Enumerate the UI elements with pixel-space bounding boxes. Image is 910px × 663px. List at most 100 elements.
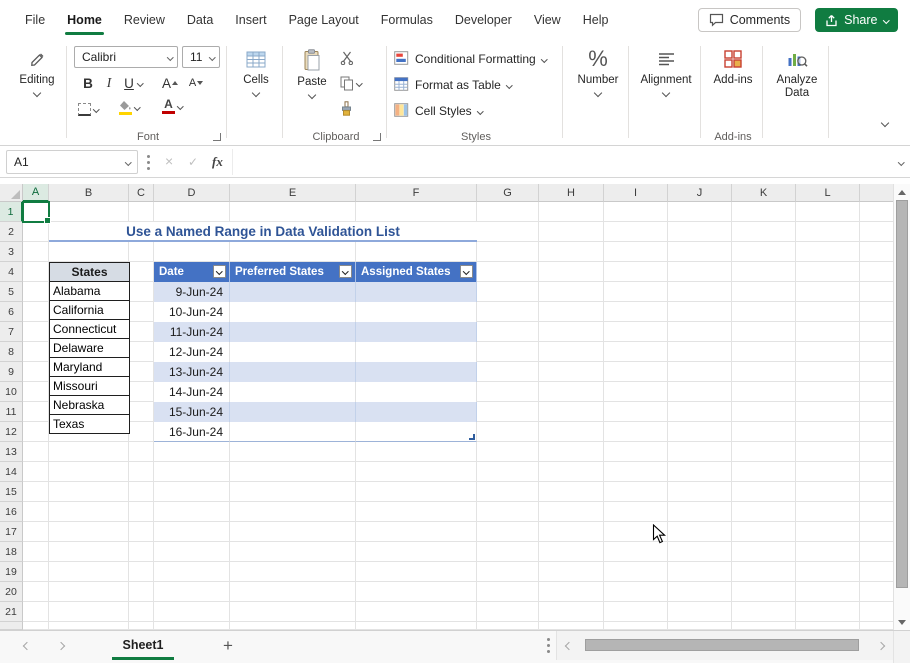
row-header-2[interactable]: 2 bbox=[0, 222, 23, 242]
column-header-D[interactable]: D bbox=[154, 184, 230, 202]
grid-cell[interactable] bbox=[356, 462, 477, 482]
name-box[interactable]: A1 bbox=[6, 150, 138, 174]
horizontal-scroll-thumb[interactable] bbox=[585, 639, 859, 651]
grid-cell[interactable] bbox=[668, 582, 732, 602]
grid-cell[interactable] bbox=[668, 382, 732, 402]
grid-cell[interactable] bbox=[668, 402, 732, 422]
grid-cell[interactable] bbox=[230, 462, 356, 482]
grid-cell[interactable] bbox=[604, 282, 668, 302]
grid-cell[interactable] bbox=[732, 322, 796, 342]
grid-cell[interactable] bbox=[796, 382, 860, 402]
grid-cell[interactable] bbox=[356, 582, 477, 602]
tab-formulas[interactable]: Formulas bbox=[370, 0, 444, 40]
column-header-G[interactable]: G bbox=[477, 184, 539, 202]
conditional-formatting-button[interactable]: Conditional Formatting bbox=[394, 48, 548, 70]
grid-cell[interactable] bbox=[23, 562, 49, 582]
cells-button[interactable]: Cells bbox=[234, 48, 278, 98]
grid-cell[interactable] bbox=[604, 342, 668, 362]
grid-cell[interactable] bbox=[477, 282, 539, 302]
table-cell[interactable] bbox=[356, 302, 477, 322]
column-header-C[interactable]: C bbox=[129, 184, 154, 202]
format-painter-button[interactable] bbox=[340, 99, 353, 117]
addins-button[interactable]: Add-ins bbox=[709, 48, 757, 86]
fill-color-button[interactable] bbox=[118, 97, 141, 117]
states-cell[interactable]: Maryland bbox=[49, 357, 130, 377]
table-cell[interactable] bbox=[356, 362, 477, 382]
grid-cell[interactable] bbox=[356, 562, 477, 582]
table-resize-handle[interactable] bbox=[469, 434, 475, 440]
filter-button[interactable] bbox=[460, 265, 473, 278]
grid-cell[interactable] bbox=[477, 242, 539, 262]
grid-cell[interactable] bbox=[477, 202, 539, 222]
grid-cell[interactable] bbox=[732, 442, 796, 462]
states-cell[interactable]: Delaware bbox=[49, 338, 130, 358]
grid-cell[interactable] bbox=[668, 562, 732, 582]
grid-cell[interactable] bbox=[154, 542, 230, 562]
column-header-I[interactable]: I bbox=[604, 184, 668, 202]
tab-file[interactable]: File bbox=[14, 0, 56, 40]
grid-cell[interactable] bbox=[539, 502, 604, 522]
grid-cell[interactable] bbox=[477, 422, 539, 442]
grid-cell[interactable] bbox=[796, 482, 860, 502]
grid-cell[interactable] bbox=[668, 482, 732, 502]
grid-cell[interactable] bbox=[604, 602, 668, 622]
select-all-corner[interactable] bbox=[0, 184, 23, 202]
table-cell[interactable]: 9-Jun-24 bbox=[154, 282, 230, 302]
grid-cell[interactable] bbox=[604, 422, 668, 442]
table-cell[interactable]: 14-Jun-24 bbox=[154, 382, 230, 402]
grid-cell[interactable] bbox=[477, 582, 539, 602]
grid-cell[interactable] bbox=[539, 562, 604, 582]
grid-cell[interactable] bbox=[604, 482, 668, 502]
grid-cell[interactable] bbox=[23, 242, 49, 262]
grid-cell[interactable] bbox=[668, 282, 732, 302]
italic-button[interactable]: I bbox=[99, 72, 119, 94]
grid-cell[interactable] bbox=[129, 542, 154, 562]
row-header-11[interactable]: 11 bbox=[0, 402, 23, 422]
grid-cell[interactable] bbox=[23, 382, 49, 402]
grid-cell[interactable] bbox=[23, 402, 49, 422]
table-cell[interactable] bbox=[356, 422, 477, 442]
grid-cell[interactable] bbox=[49, 442, 129, 462]
grid-cell[interactable] bbox=[129, 362, 154, 382]
vertical-scroll-thumb[interactable] bbox=[896, 200, 908, 588]
grid-cell[interactable] bbox=[477, 502, 539, 522]
filter-button[interactable] bbox=[339, 265, 352, 278]
grid-cell[interactable] bbox=[604, 362, 668, 382]
grid-cell[interactable] bbox=[539, 322, 604, 342]
grid-cell[interactable] bbox=[604, 502, 668, 522]
row-header-15[interactable]: 15 bbox=[0, 482, 23, 502]
grid-cell[interactable] bbox=[356, 442, 477, 462]
grid-cell[interactable] bbox=[154, 462, 230, 482]
grid-cell[interactable] bbox=[539, 462, 604, 482]
grid-cell[interactable] bbox=[604, 302, 668, 322]
sheet-tab-sheet1[interactable]: Sheet1 bbox=[112, 632, 174, 660]
column-header-L[interactable]: L bbox=[796, 184, 860, 202]
column-header-K[interactable]: K bbox=[732, 184, 796, 202]
grid-cell[interactable] bbox=[604, 542, 668, 562]
editing-button[interactable]: Editing bbox=[14, 48, 60, 98]
table-cell[interactable]: 10-Jun-24 bbox=[154, 302, 230, 322]
grid-cell[interactable] bbox=[49, 562, 129, 582]
scroll-up-arrow[interactable] bbox=[894, 184, 910, 200]
grid-cell[interactable] bbox=[49, 482, 129, 502]
tab-home[interactable]: Home bbox=[56, 0, 113, 40]
grid-cell[interactable] bbox=[668, 462, 732, 482]
collapse-ribbon-chevron[interactable] bbox=[880, 118, 890, 128]
grid-cell[interactable] bbox=[23, 482, 49, 502]
grid-cell[interactable] bbox=[668, 242, 732, 262]
grid-cell[interactable] bbox=[129, 342, 154, 362]
decrease-font-button[interactable]: A bbox=[184, 72, 208, 94]
grid-cell[interactable] bbox=[668, 522, 732, 542]
grid-cell[interactable] bbox=[732, 362, 796, 382]
grid-cell[interactable] bbox=[230, 562, 356, 582]
bold-button[interactable]: B bbox=[78, 72, 98, 94]
grid-cell[interactable] bbox=[539, 282, 604, 302]
table-cell[interactable] bbox=[230, 282, 356, 302]
states-header-cell[interactable]: States bbox=[49, 262, 130, 282]
grid-cell[interactable] bbox=[668, 442, 732, 462]
table-cell[interactable] bbox=[230, 362, 356, 382]
grid-cell[interactable] bbox=[129, 522, 154, 542]
grid-cell[interactable] bbox=[796, 502, 860, 522]
share-button[interactable]: Share bbox=[815, 8, 898, 32]
tab-page-layout[interactable]: Page Layout bbox=[278, 0, 370, 40]
